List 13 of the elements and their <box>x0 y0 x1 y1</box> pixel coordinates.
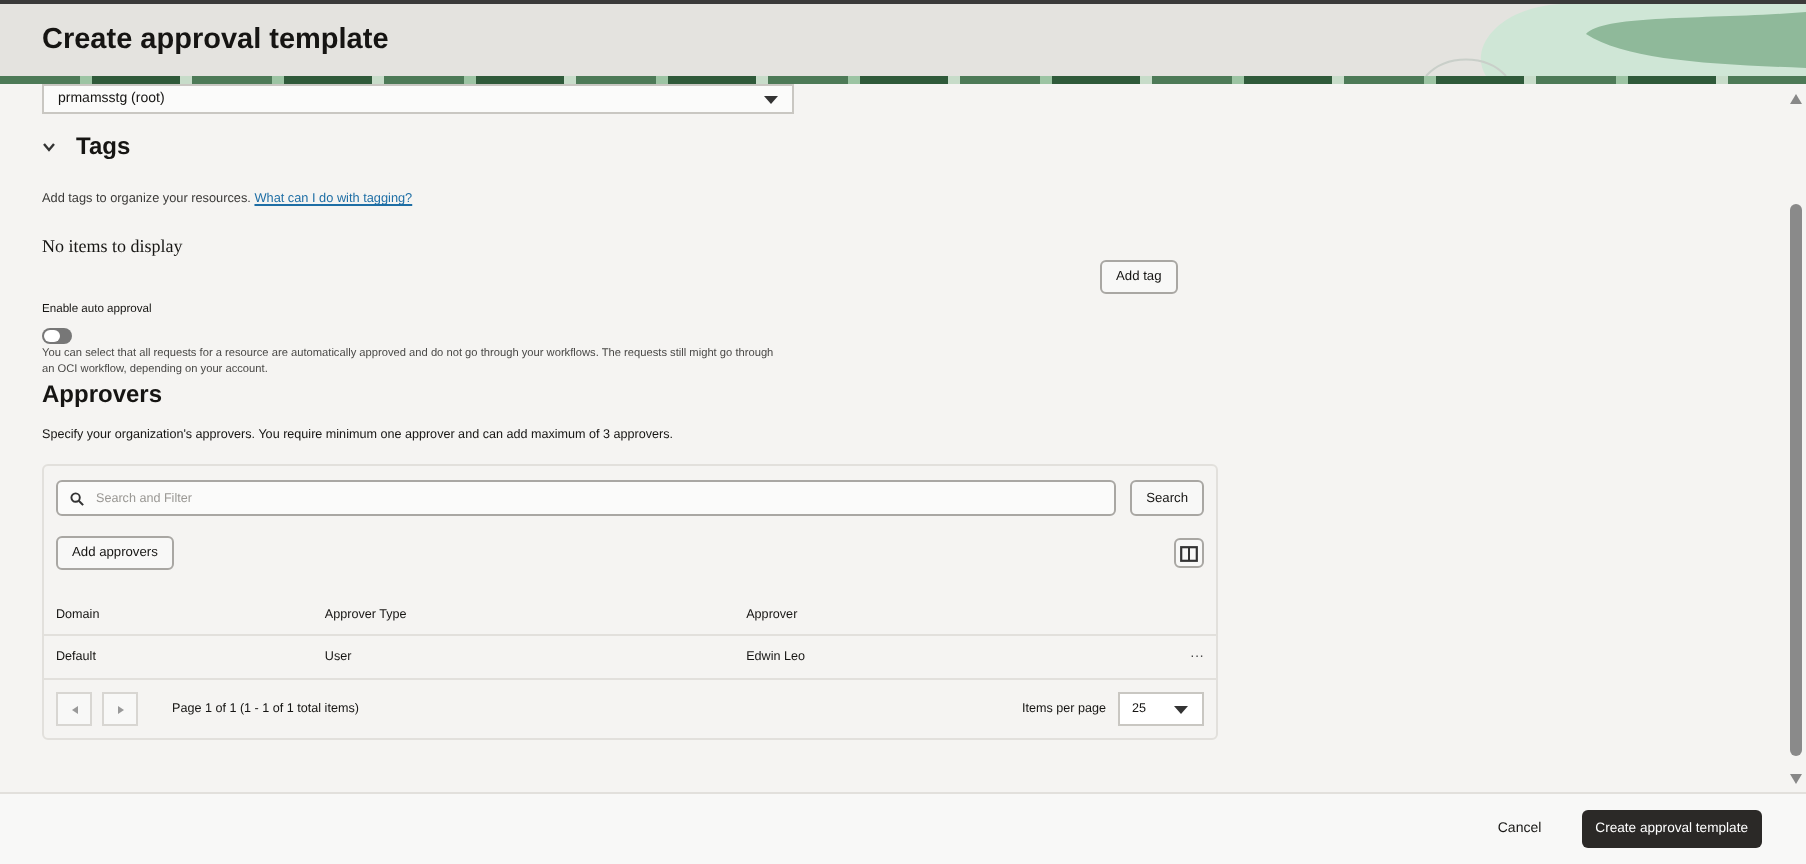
right-arrow-icon <box>117 705 123 714</box>
caret-icon <box>1174 705 1188 714</box>
columns-icon <box>1180 545 1198 562</box>
section-heading: Tags <box>76 132 131 160</box>
toggle-switch[interactable] <box>42 328 72 344</box>
caret-icon <box>764 95 778 103</box>
empty-message: No items to display <box>42 236 185 256</box>
chevron-icon[interactable] <box>42 141 56 151</box>
columns-button[interactable] <box>1174 538 1204 569</box>
search-icon <box>70 491 84 506</box>
left-arrow-icon <box>71 705 77 714</box>
section-heading: Approvers <box>42 380 165 409</box>
page-title: Create approval template <box>42 24 389 56</box>
